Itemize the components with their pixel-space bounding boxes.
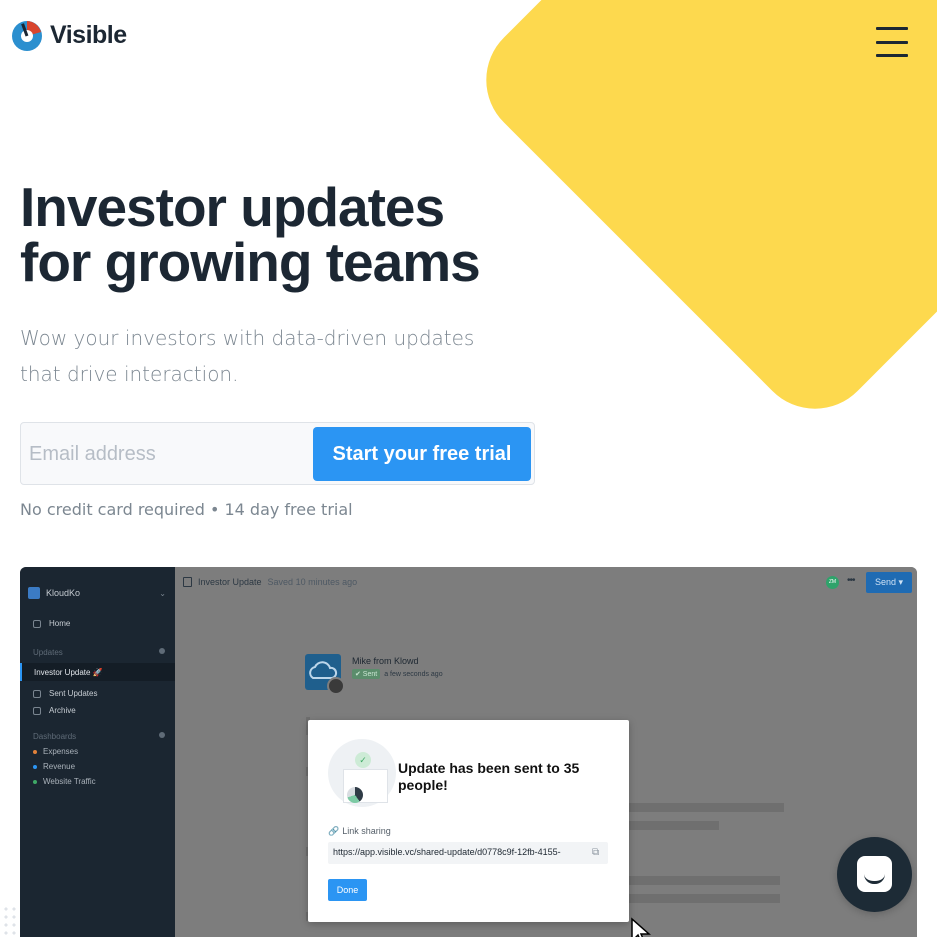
add-icon: [159, 732, 165, 738]
app-main-area: Investor Update Saved 10 minutes ago ZM …: [175, 567, 917, 937]
dashboard-label: Expenses: [43, 747, 79, 756]
editor-topbar: Investor Update Saved 10 minutes ago: [183, 577, 357, 587]
headline-line-2: for growing teams: [20, 231, 481, 293]
fine-print: No credit card required • 14 day free tr…: [20, 500, 353, 519]
ghost-line: [629, 894, 780, 903]
check-icon: ✓: [355, 752, 371, 768]
home-icon: [33, 619, 41, 628]
doc-title: Investor Update: [198, 577, 262, 587]
app-sidebar: KloudKo ⌄ Home Updates Investor Update 🚀…: [20, 567, 175, 937]
send-icon: [33, 689, 41, 698]
update-sent-modal: ✓ Update has been sent to 35 people! 🔗 L…: [308, 720, 629, 922]
hero-subhead: Wow your investors with data-driven upda…: [20, 326, 475, 386]
sidebar-item-label: Home: [49, 619, 71, 628]
hamburger-menu-icon[interactable]: [876, 27, 908, 57]
link-sharing-label: 🔗 Link sharing: [328, 826, 391, 837]
status-time: a few seconds ago: [384, 670, 443, 678]
chat-bubble-icon: [857, 856, 892, 892]
success-illustration: ✓: [328, 739, 396, 807]
send-button: Send ▾: [866, 572, 912, 593]
more-horizontal-icon: •••: [847, 575, 855, 586]
section-label: Dashboards: [33, 732, 77, 741]
sidebar-item-label: Archive: [49, 706, 76, 715]
section-label: Updates: [33, 648, 63, 657]
pie-chart-icon: [347, 787, 363, 803]
sidebar-item-investor-update: Investor Update 🚀: [20, 663, 175, 681]
dot-icon: [33, 779, 37, 784]
sidebar-item-label: Sent Updates: [49, 689, 98, 698]
signup-form: Start your free trial: [20, 422, 535, 485]
dashboard-item-revenue: Revenue: [33, 762, 75, 771]
dashboard-label: Revenue: [43, 762, 76, 771]
avatar: [327, 677, 345, 695]
cursor-icon: [631, 917, 651, 937]
sidebar-section-updates: Updates: [33, 648, 165, 657]
org-logo-icon: [28, 587, 40, 599]
headline-line-1: Investor updates: [20, 176, 445, 238]
org-switcher: KloudKo ⌄: [28, 587, 166, 599]
brand-name: Visible: [50, 20, 127, 49]
saved-status: Saved 10 minutes ago: [267, 577, 358, 587]
dashboard-label: Website Traffic: [43, 777, 96, 786]
add-icon: [159, 648, 165, 654]
chat-launcher-button[interactable]: [837, 837, 912, 912]
document-icon: [183, 577, 192, 587]
sender-name: Mike from Klowd: [352, 656, 419, 666]
link-label-text: Link sharing: [342, 826, 391, 836]
visible-logo-icon: [12, 21, 42, 51]
decorative-dot-grid: [2, 905, 20, 937]
org-name: KloudKo: [46, 588, 81, 598]
ghost-line: [629, 821, 719, 830]
archive-icon: [33, 706, 41, 715]
dot-icon: [33, 764, 37, 769]
logo[interactable]: Visible: [10, 18, 127, 52]
sidebar-item-home: Home: [33, 619, 70, 628]
dashboard-item-website-traffic: Website Traffic: [33, 777, 96, 786]
dot-icon: [33, 749, 37, 754]
yellow-decorative-shape: [461, 0, 937, 434]
app-preview-screenshot: KloudKo ⌄ Home Updates Investor Update 🚀…: [20, 567, 917, 937]
chevron-down-icon: ⌄: [159, 588, 166, 598]
avatar: ZM: [826, 576, 839, 589]
done-button: Done: [328, 879, 367, 901]
start-free-trial-button[interactable]: Start your free trial: [313, 427, 531, 481]
sidebar-item-archive: Archive: [33, 706, 76, 715]
share-link-field: https://app.visible.vc/shared-update/d07…: [328, 842, 608, 864]
ghost-line: [629, 803, 784, 812]
sidebar-section-dashboards: Dashboards: [33, 732, 165, 741]
status-badge: ✔ Sent: [352, 669, 381, 679]
dashboard-item-expenses: Expenses: [33, 747, 78, 756]
copy-icon: ⧉: [592, 847, 600, 858]
sender-status: ✔ Sent a few seconds ago: [352, 669, 443, 679]
email-field[interactable]: [29, 435, 309, 473]
link-icon: 🔗: [328, 826, 340, 836]
hero-headline: Investor updates for growing teams: [20, 176, 481, 293]
modal-title: Update has been sent to 35 people!: [398, 760, 580, 793]
sidebar-item-sent-updates: Sent Updates: [33, 689, 97, 698]
ghost-line: [629, 876, 780, 885]
